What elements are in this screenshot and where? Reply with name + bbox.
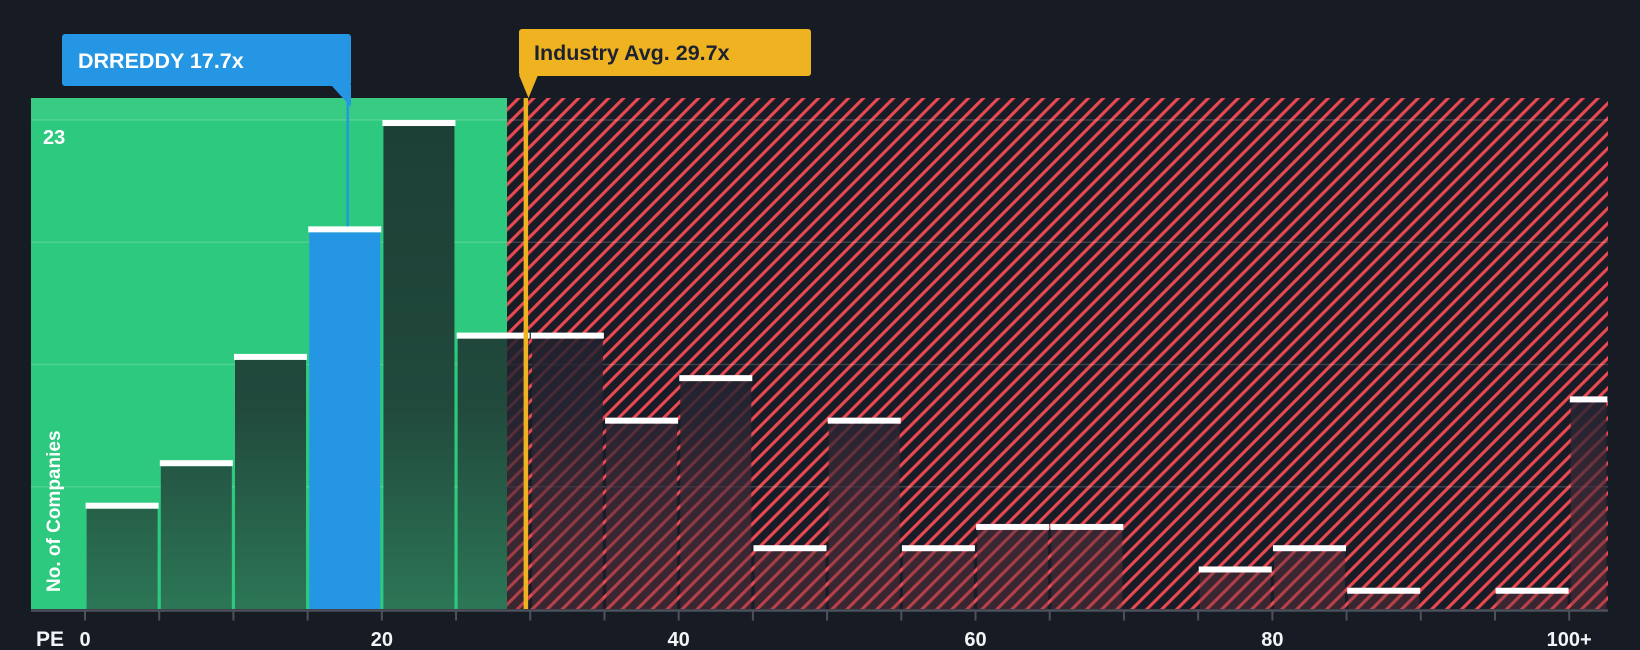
bar-fill	[1199, 572, 1271, 609]
bar-fill	[828, 423, 900, 609]
bar-top-cap	[456, 332, 530, 339]
bar-fill	[160, 466, 232, 609]
bar-fill	[902, 551, 974, 609]
bar-top-cap	[1272, 545, 1346, 552]
x-axis-title: PE	[36, 628, 64, 650]
green-zone-top-strip	[31, 98, 507, 120]
bar-top-cap	[382, 120, 456, 127]
x-tick-label: 20	[371, 629, 393, 650]
bar-fill	[235, 359, 307, 609]
industry-avg-tooltip-pointer	[519, 75, 538, 98]
bar-fill	[1496, 593, 1568, 609]
industry-avg-tooltip: Industry Avg. 29.7x	[519, 29, 811, 98]
histogram-bar-95-100[interactable]	[1495, 587, 1569, 609]
bar-fill	[86, 508, 158, 609]
bar-top-cap	[1347, 587, 1421, 594]
company-bar-fill	[309, 232, 381, 609]
x-tick-label: 0	[79, 629, 90, 650]
bar-fill	[383, 126, 455, 610]
company-marker-line	[346, 85, 349, 227]
histogram-bar-60-65[interactable]	[976, 523, 1050, 609]
bar-fill	[606, 423, 678, 609]
bar-fill	[1570, 402, 1607, 609]
histogram-bar-15-20[interactable]	[308, 226, 382, 609]
bar-top-cap	[530, 332, 604, 339]
bar-top-cap	[976, 523, 1050, 530]
bar-top-cap	[308, 226, 382, 233]
bar-top-cap	[159, 460, 233, 467]
histogram-bar-10-15[interactable]	[234, 353, 308, 609]
bar-top-cap	[1569, 396, 1608, 403]
bar-fill	[457, 338, 507, 609]
company-tooltip: DRREDDY 17.7x	[62, 34, 351, 107]
histogram-bar-45-50[interactable]	[753, 545, 827, 609]
histogram-bar-80-85[interactable]	[1272, 545, 1346, 609]
bar-top-cap	[679, 375, 753, 382]
bar-top-cap	[85, 502, 159, 509]
bar-top-cap	[1495, 587, 1569, 594]
histogram-bar-65-70[interactable]	[1050, 523, 1124, 609]
bar-fill	[531, 338, 603, 609]
histogram-bar-85-90[interactable]	[1347, 587, 1421, 609]
x-tick-label: 60	[964, 629, 986, 650]
histogram-bar-25-30[interactable]	[456, 332, 530, 609]
histogram-bar-50-55[interactable]	[827, 417, 901, 609]
industry-avg-line	[523, 98, 529, 609]
histogram-bar-35-40[interactable]	[605, 417, 679, 609]
bar-fill	[1051, 529, 1123, 609]
y-axis-title: No. of Companies	[44, 430, 65, 592]
bar-top-cap	[827, 417, 901, 424]
x-tick-label: 80	[1261, 629, 1283, 650]
bar-top-cap	[234, 353, 308, 360]
histogram-bar-0-5[interactable]	[85, 502, 159, 609]
bar-fill	[754, 551, 826, 609]
x-tick-label: 100+	[1547, 629, 1592, 650]
histogram-bar-5-10[interactable]	[159, 460, 233, 609]
histogram-bar-55-60[interactable]	[901, 545, 975, 609]
histogram-bar-75-80[interactable]	[1198, 566, 1272, 609]
bar-top-cap	[1198, 566, 1272, 573]
bar-top-cap	[605, 417, 679, 424]
bar-top-cap	[901, 545, 975, 552]
bar-fill	[1273, 551, 1345, 609]
bar-fill	[680, 381, 752, 609]
industry-avg-tooltip-label: Industry Avg. 29.7x	[534, 41, 730, 65]
company-tooltip-label: DRREDDY 17.7x	[78, 49, 244, 73]
histogram-bar-40-45[interactable]	[679, 375, 753, 609]
bar-top-cap	[1050, 523, 1124, 530]
histogram-bar-30-35[interactable]	[530, 332, 604, 609]
x-tick-label: 40	[668, 629, 690, 650]
bar-fill	[1348, 593, 1420, 609]
pe-histogram-chart: 0 20 40 60 80 100+ PE 23 No. of Companies DRR…	[31, 29, 1608, 650]
histogram-bar-20-25[interactable]	[382, 120, 456, 610]
pe-histogram-page: 0 20 40 60 80 100+ PE 23 No. of Companies DRR…	[0, 0, 1640, 650]
y-max-value-label: 23	[43, 127, 65, 149]
bar-top-cap	[753, 545, 827, 552]
bar-fill	[977, 529, 1049, 609]
histogram-bar-100+[interactable]	[1569, 396, 1608, 609]
